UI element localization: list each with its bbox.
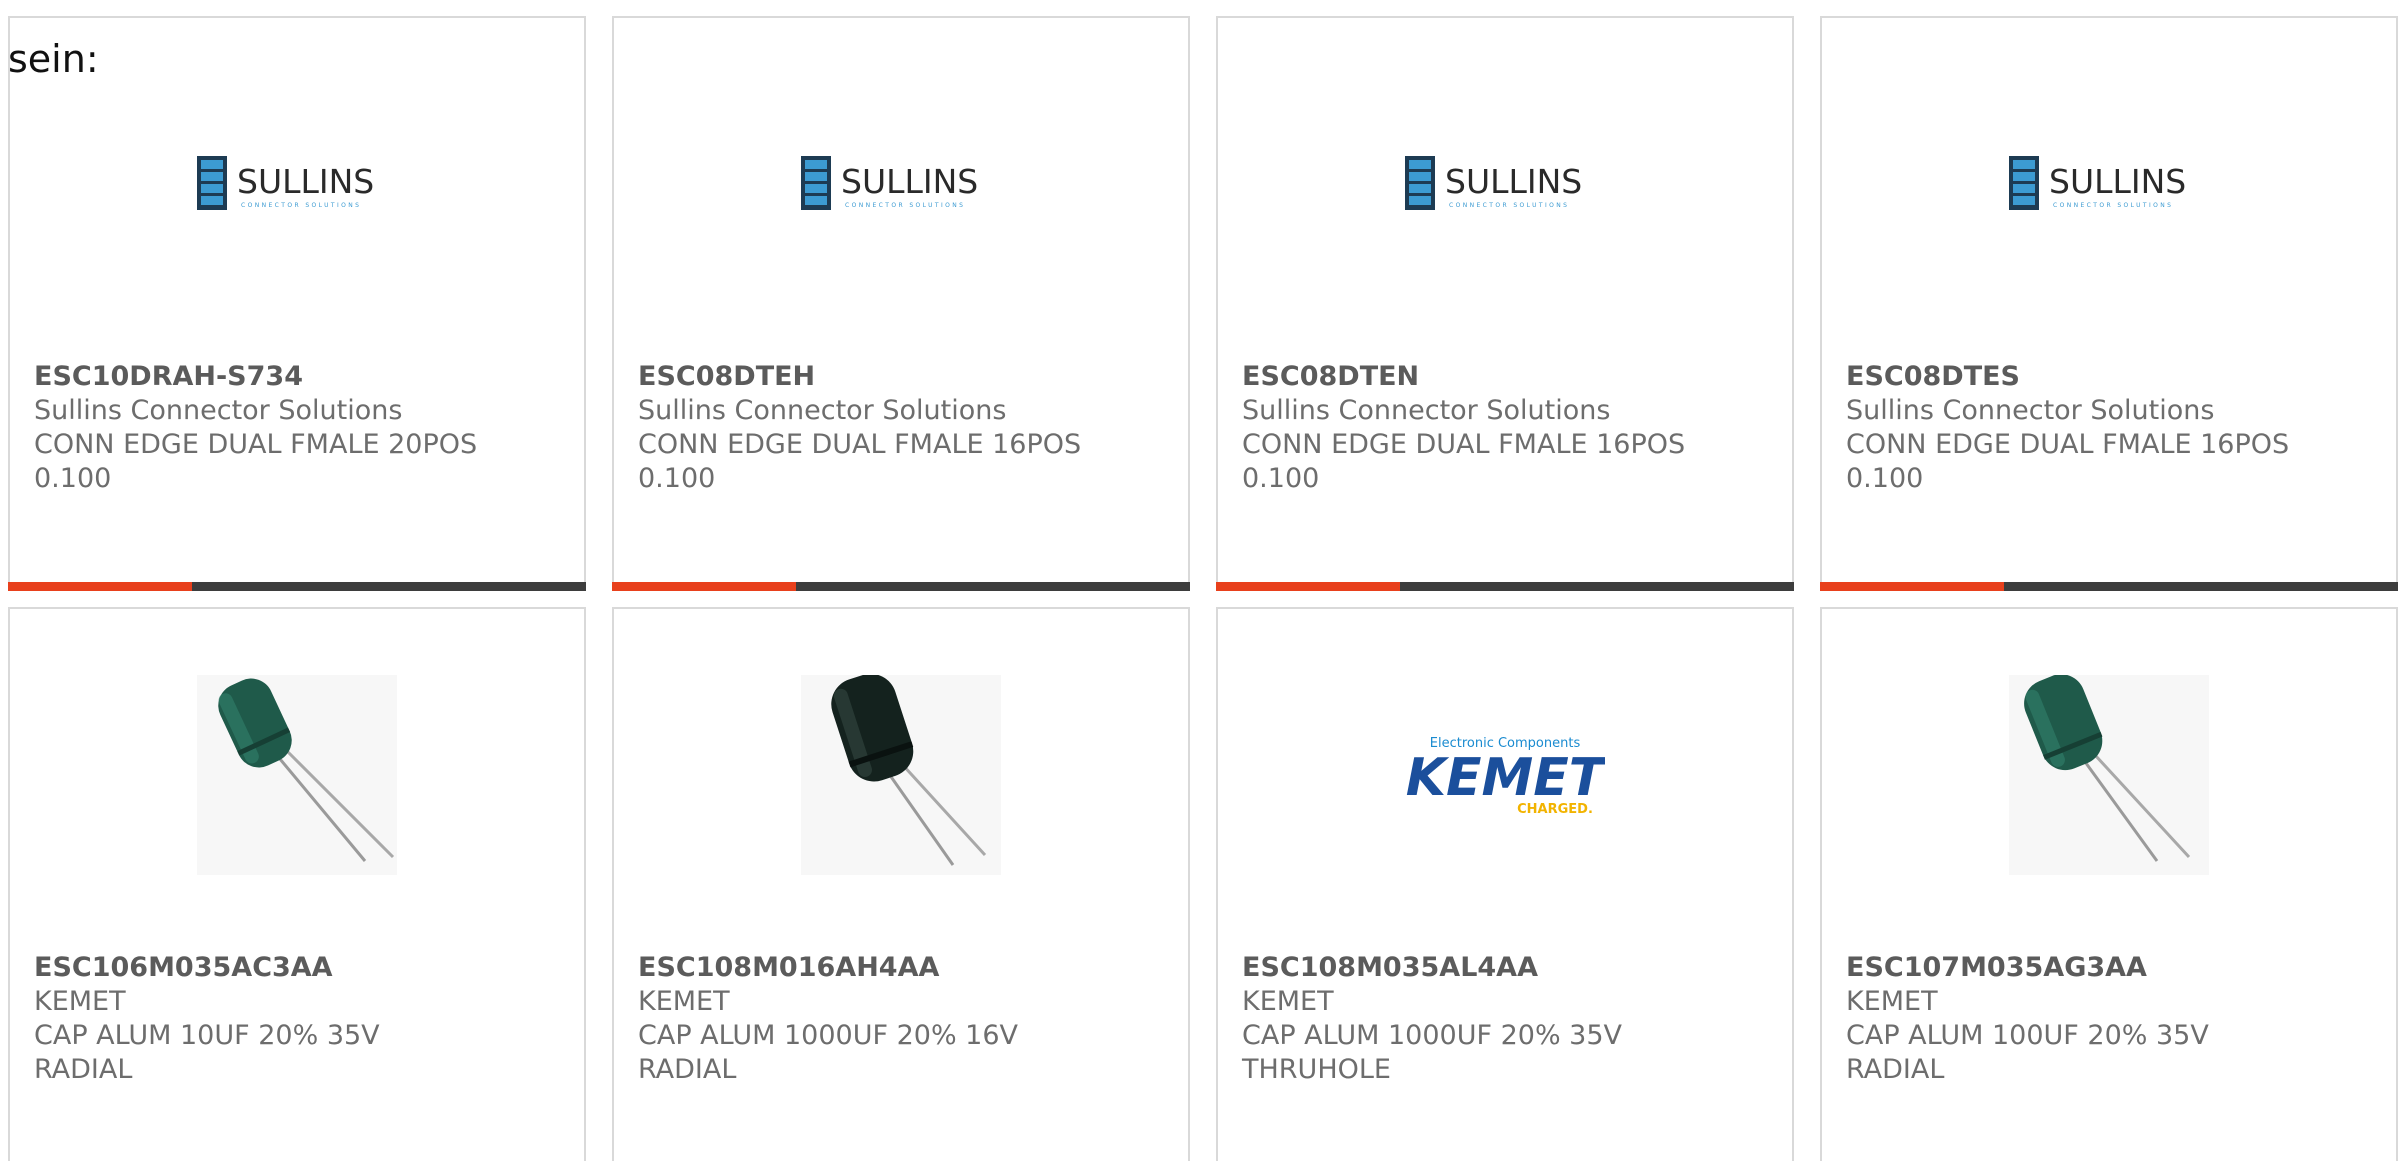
description: CONN EDGE DUAL FMALE 16POS xyxy=(638,429,1082,460)
description: CONN EDGE DUAL FMALE 16POS xyxy=(1846,429,2290,460)
product-card[interactable]: SULLINS CONNECTOR SOLUTIONS ESC10DRAH-S7… xyxy=(8,16,586,591)
svg-text:SULLINS: SULLINS xyxy=(841,162,978,201)
svg-text:SULLINS: SULLINS xyxy=(2049,162,2186,201)
svg-text:KEMET: KEMET xyxy=(1406,748,1605,808)
product-card[interactable]: Electronic Components KEMET CHARGED. ESC… xyxy=(1216,607,1794,1161)
page: sein: SULLINS CONNECTOR SOLUTIONS ESC10D… xyxy=(0,0,2400,1161)
part-number[interactable]: ESC106M035AC3AA xyxy=(34,951,564,985)
product-info: ESC108M035AL4AA KEMET CAP ALUM 1000UF 20… xyxy=(1242,951,1772,1087)
sullins-logo-mark xyxy=(2009,156,2039,210)
svg-text:CONNECTOR SOLUTIONS: CONNECTOR SOLUTIONS xyxy=(241,202,361,209)
card-progress-bar xyxy=(612,582,1190,591)
svg-text:CHARGED.: CHARGED. xyxy=(1517,802,1593,817)
svg-text:CONNECTOR SOLUTIONS: CONNECTOR SOLUTIONS xyxy=(1449,202,1569,209)
description-extra: RADIAL xyxy=(638,1054,737,1085)
product-info: ESC08DTES Sullins Connector Solutions CO… xyxy=(1846,360,2376,496)
manufacturer: Sullins Connector Solutions xyxy=(638,395,1007,426)
product-info: ESC107M035AG3AA KEMET CAP ALUM 100UF 20%… xyxy=(1846,951,2376,1087)
sullins-logo-mark xyxy=(1405,156,1435,210)
description-extra: 0.100 xyxy=(34,463,112,494)
svg-text:SULLINS: SULLINS xyxy=(237,162,374,201)
card-bar-accent xyxy=(1216,582,1400,591)
product-card[interactable]: ESC106M035AC3AA KEMET CAP ALUM 10UF 20% … xyxy=(8,607,586,1161)
svg-text:CONNECTOR SOLUTIONS: CONNECTOR SOLUTIONS xyxy=(845,202,965,209)
part-number[interactable]: ESC107M035AG3AA xyxy=(1846,951,2376,985)
manufacturer: KEMET xyxy=(638,986,730,1017)
card-progress-bar xyxy=(8,582,586,591)
part-number[interactable]: ESC108M035AL4AA xyxy=(1242,951,1772,985)
svg-text:SULLINS: SULLINS xyxy=(1445,162,1582,201)
product-card[interactable]: SULLINS CONNECTOR SOLUTIONS ESC08DTEN Su… xyxy=(1216,16,1794,591)
part-number[interactable]: ESC08DTES xyxy=(1846,360,2376,394)
product-info: ESC08DTEN Sullins Connector Solutions CO… xyxy=(1242,360,1772,496)
description: CAP ALUM 100UF 20% 35V xyxy=(1846,1020,2209,1051)
card-bar-accent xyxy=(1820,582,2004,591)
part-number[interactable]: ESC08DTEN xyxy=(1242,360,1772,394)
manufacturer: KEMET xyxy=(1242,986,1334,1017)
card-progress-bar xyxy=(1820,582,2398,591)
product-card[interactable]: SULLINS CONNECTOR SOLUTIONS ESC08DTEH Su… xyxy=(612,16,1190,591)
sullins-logo: SULLINS CONNECTOR SOLUTIONS xyxy=(2009,84,2209,284)
description-extra: RADIAL xyxy=(1846,1054,1945,1085)
product-card[interactable]: ESC108M016AH4AA KEMET CAP ALUM 1000UF 20… xyxy=(612,607,1190,1161)
product-grid: SULLINS CONNECTOR SOLUTIONS ESC10DRAH-S7… xyxy=(8,16,2398,1161)
product-info: ESC10DRAH-S734 Sullins Connector Solutio… xyxy=(34,360,564,496)
sullins-logo: SULLINS CONNECTOR SOLUTIONS xyxy=(197,84,397,284)
card-bar-accent xyxy=(612,582,796,591)
description-extra: THRUHOLE xyxy=(1242,1054,1391,1085)
part-number[interactable]: ESC10DRAH-S734 xyxy=(34,360,564,394)
sullins-logo: SULLINS CONNECTOR SOLUTIONS xyxy=(801,84,1001,284)
sullins-logo-mark xyxy=(197,156,227,210)
product-card[interactable]: SULLINS CONNECTOR SOLUTIONS ESC08DTES Su… xyxy=(1820,16,2398,591)
part-number[interactable]: ESC108M016AH4AA xyxy=(638,951,1168,985)
card-bar-accent xyxy=(8,582,192,591)
description-extra: 0.100 xyxy=(1242,463,1320,494)
svg-text:CONNECTOR SOLUTIONS: CONNECTOR SOLUTIONS xyxy=(2053,202,2173,209)
green-capacitor-photo xyxy=(2009,675,2209,875)
kemet-logo: Electronic Components KEMET CHARGED. xyxy=(1405,675,1605,875)
description: CAP ALUM 1000UF 20% 35V xyxy=(1242,1020,1623,1051)
green-capacitor-photo xyxy=(197,675,397,875)
product-info: ESC108M016AH4AA KEMET CAP ALUM 1000UF 20… xyxy=(638,951,1168,1087)
product-card[interactable]: ESC107M035AG3AA KEMET CAP ALUM 100UF 20%… xyxy=(1820,607,2398,1161)
description-extra: RADIAL xyxy=(34,1054,133,1085)
manufacturer: Sullins Connector Solutions xyxy=(1846,395,2215,426)
manufacturer: Sullins Connector Solutions xyxy=(1242,395,1611,426)
description-extra: 0.100 xyxy=(638,463,716,494)
sullins-logo-mark xyxy=(801,156,831,210)
part-number[interactable]: ESC08DTEH xyxy=(638,360,1168,394)
product-info: ESC106M035AC3AA KEMET CAP ALUM 10UF 20% … xyxy=(34,951,564,1087)
manufacturer: KEMET xyxy=(1846,986,1938,1017)
card-progress-bar xyxy=(1216,582,1794,591)
manufacturer: Sullins Connector Solutions xyxy=(34,395,403,426)
description: CAP ALUM 10UF 20% 35V xyxy=(34,1020,380,1051)
product-info: ESC08DTEH Sullins Connector Solutions CO… xyxy=(638,360,1168,496)
description: CONN EDGE DUAL FMALE 16POS xyxy=(1242,429,1686,460)
sullins-logo: SULLINS CONNECTOR SOLUTIONS xyxy=(1405,84,1605,284)
description: CAP ALUM 1000UF 20% 16V xyxy=(638,1020,1019,1051)
black-capacitor-photo xyxy=(801,675,1001,875)
description: CONN EDGE DUAL FMALE 20POS xyxy=(34,429,478,460)
manufacturer: KEMET xyxy=(34,986,126,1017)
description-extra: 0.100 xyxy=(1846,463,1924,494)
prefix-text: sein: xyxy=(8,37,99,81)
